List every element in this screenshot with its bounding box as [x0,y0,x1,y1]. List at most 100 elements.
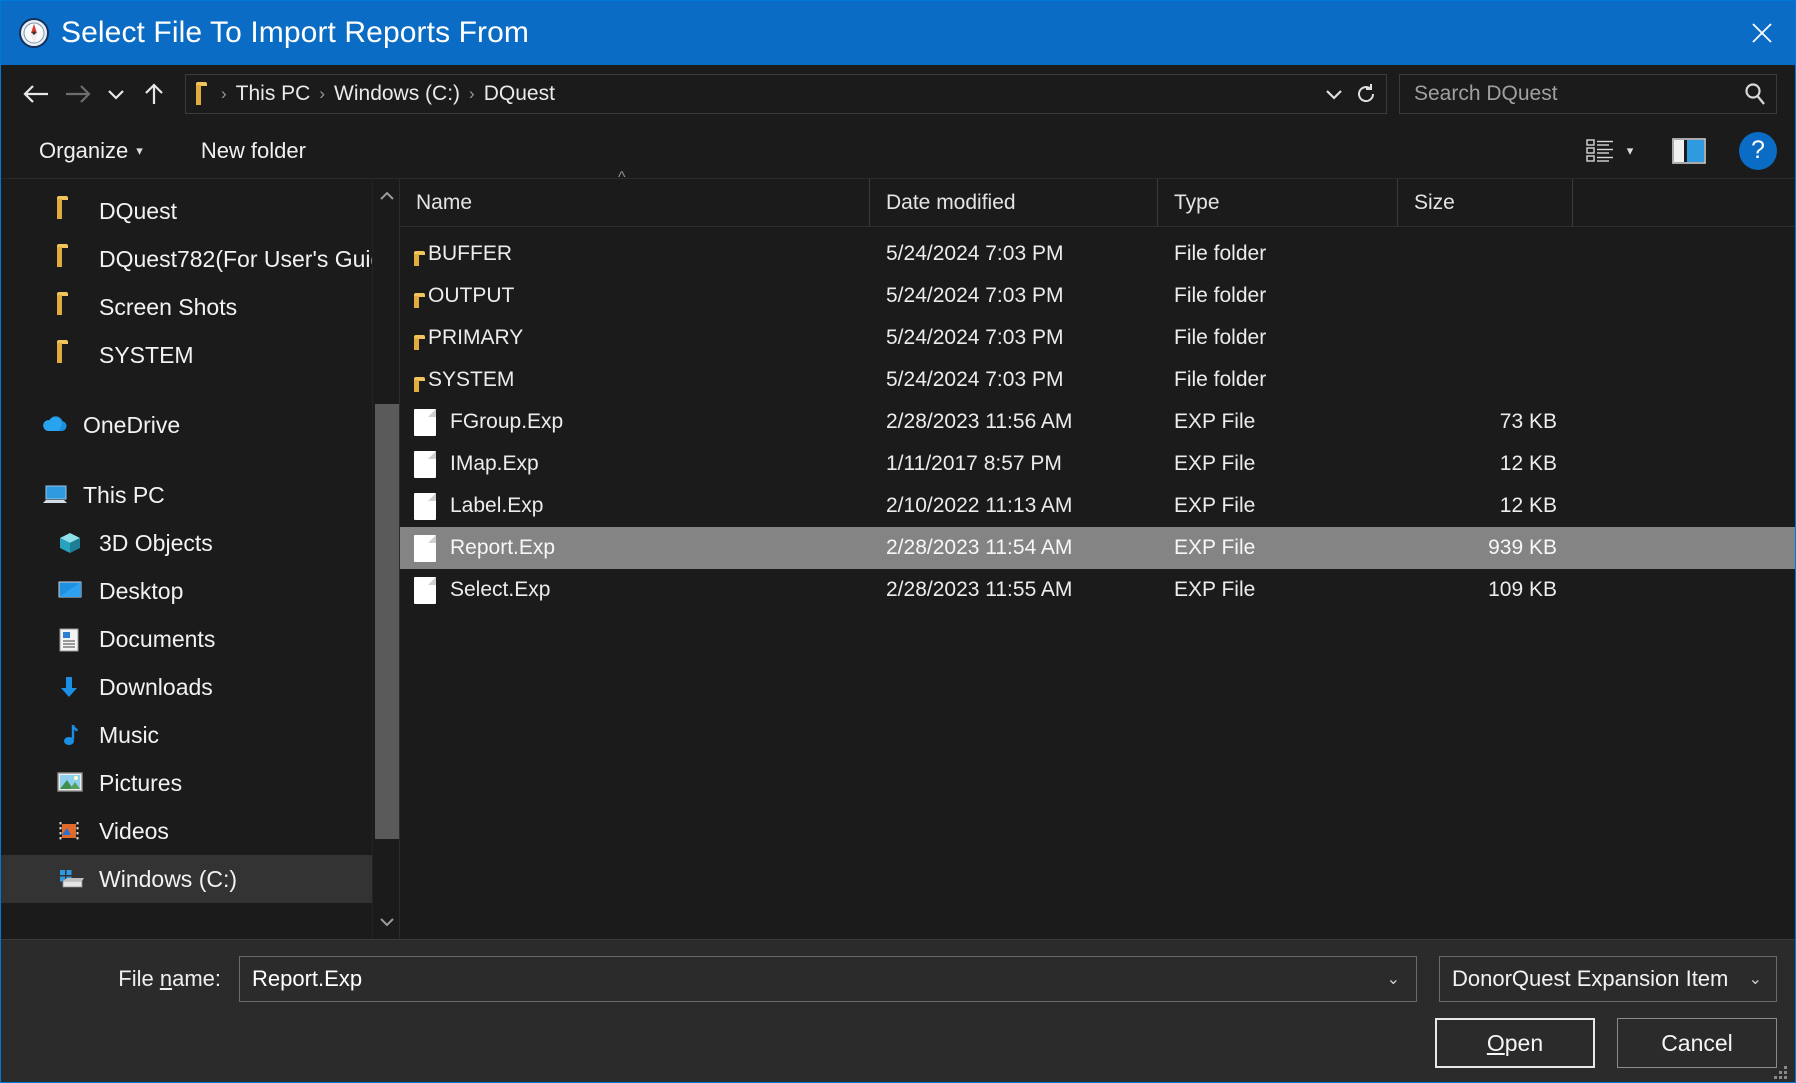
scroll-up-chevron-up-icon[interactable] [373,179,399,213]
sidebar-item-documents[interactable]: Documents [1,615,399,663]
file-name-cell: Select.Exp [400,576,870,604]
column-header-label: Name [416,190,473,214]
cancel-button[interactable]: Cancel [1617,1018,1777,1068]
file-date-cell: 5/24/2024 7:03 PM [886,326,1064,349]
file-name-label-post: ame: [172,966,221,991]
file-name-cell: IMap.Exp [400,450,870,478]
sort-ascending-icon: ^ [618,168,626,186]
sidebar-item-label: Downloads [99,673,213,700]
file-size-cell: 939 KB [1488,536,1557,559]
forward-arrow-icon[interactable] [57,73,99,115]
file-name-cell: SYSTEM [400,368,870,392]
table-row-selected[interactable]: Report.Exp 2/28/2023 11:54 AM EXP File 9… [400,527,1795,569]
file-name-label: FGroup.Exp [450,410,564,433]
file-type-cell: File folder [1174,326,1267,349]
dialog-footer: File name: Report.Exp ⌄ DonorQuest Expan… [1,939,1795,1082]
breadcrumb[interactable]: › This PC › Windows (C:) › DQuest [185,74,1387,114]
sidebar-item-label: Windows (C:) [99,865,238,892]
sidebar-item-onedrive[interactable]: OneDrive [1,401,399,449]
file-date-cell: 5/24/2024 7:03 PM [886,284,1064,307]
refresh-icon[interactable] [1350,75,1382,113]
sidebar-scrollbar[interactable] [372,179,399,939]
organize-label: Organize [39,137,129,163]
help-button[interactable]: ? [1739,131,1777,170]
column-header-label: Type [1174,190,1220,214]
sidebar-item-dquest[interactable]: DQuest [1,187,399,235]
file-name-label: BUFFER [428,242,512,265]
breadcrumb-item-this-pc[interactable]: This PC [228,82,319,106]
sidebar-item-screen-shots[interactable]: Screen Shots [1,283,399,331]
sidebar-item-music[interactable]: Music [1,711,399,759]
file-open-dialog: Select File To Import Reports From › Thi… [0,0,1796,1083]
view-list-icon[interactable] [1583,136,1617,166]
command-bar: Organize ▾ New folder ▾ ? [1,123,1795,179]
column-header-name[interactable]: Name ^ [400,169,870,227]
breadcrumb-separator-1: › [319,84,326,103]
scroll-down-chevron-down-icon[interactable] [373,905,399,939]
sidebar-item-label: DQuest782(For User's Guide [99,245,397,272]
sidebar-item-pictures[interactable]: Pictures [1,759,399,807]
chevron-down-icon[interactable]: ⌄ [1741,969,1770,989]
up-arrow-icon[interactable] [133,73,175,115]
file-name-input[interactable]: Report.Exp ⌄ [239,956,1417,1002]
sidebar-item-dquest782[interactable]: DQuest782(For User's Guide [1,235,399,283]
file-size-cell: 12 KB [1499,452,1557,475]
organize-button[interactable]: Organize ▾ [29,134,153,168]
file-name-value: Report.Exp [252,966,363,991]
scrollbar-thumb[interactable] [375,404,399,839]
table-row[interactable]: FGroup.Exp 2/28/2023 11:56 AM EXP File 7… [400,401,1795,443]
column-header-size[interactable]: Size [1398,178,1573,227]
sidebar-item-label: DQuest [99,197,177,224]
new-folder-button[interactable]: New folder [191,134,316,168]
sidebar-item-system[interactable]: SYSTEM [1,331,399,379]
file-type-filter-select[interactable]: DonorQuest Expansion Item ⌄ [1439,956,1777,1002]
file-type-cell: EXP File [1174,494,1256,517]
table-row[interactable]: PRIMARY 5/24/2024 7:03 PM File folder [400,317,1795,359]
table-row[interactable]: Select.Exp 2/28/2023 11:55 AM EXP File 1… [400,569,1795,611]
breadcrumb-chevron-down-icon[interactable] [1318,75,1350,113]
sidebar-item-this-pc[interactable]: This PC [1,471,399,519]
chevron-down-icon: ▾ [136,142,143,158]
sidebar-item-label: OneDrive [83,411,181,438]
breadcrumb-item-windows-c[interactable]: Windows (C:) [326,82,468,106]
sidebar-item-3d-objects[interactable]: 3D Objects [1,519,399,567]
search-icon[interactable] [1742,81,1768,107]
address-bar: › This PC › Windows (C:) › DQuest Search… [1,65,1795,123]
column-header-label: Date modified [886,190,1016,214]
breadcrumb-item-dquest[interactable]: DQuest [476,82,563,106]
open-button[interactable]: Open [1435,1018,1595,1068]
chevron-down-icon[interactable]: ⌄ [1377,969,1410,989]
search-input[interactable]: Search DQuest [1399,74,1777,114]
close-icon[interactable] [1729,1,1795,65]
sidebar-item-windows-c[interactable]: Windows (C:) [1,855,399,903]
file-name-label: Label.Exp [450,494,544,517]
file-date-cell: 2/10/2022 11:13 AM [886,494,1073,517]
table-row[interactable]: OUTPUT 5/24/2024 7:03 PM File folder [400,275,1795,317]
file-type-cell: File folder [1174,368,1267,391]
table-row[interactable]: IMap.Exp 1/11/2017 8:57 PM EXP File 12 K… [400,443,1795,485]
open-button-accel: O [1486,1029,1505,1056]
table-row[interactable]: BUFFER 5/24/2024 7:03 PM File folder [400,233,1795,275]
column-header-date-modified[interactable]: Date modified [870,178,1158,227]
sidebar-item-label: Music [99,721,160,748]
file-name-label-pre: File [118,966,160,991]
file-date-cell: 5/24/2024 7:03 PM [886,368,1064,391]
back-arrow-icon[interactable] [15,73,57,115]
file-icon [414,576,436,604]
table-row[interactable]: SYSTEM 5/24/2024 7:03 PM File folder [400,359,1795,401]
sidebar-item-videos[interactable]: Videos [1,807,399,855]
recent-locations-chevron-down-icon[interactable] [99,73,133,115]
column-header-type[interactable]: Type [1158,178,1398,227]
sidebar-item-desktop[interactable]: Desktop [1,567,399,615]
file-list-pane: Name ^ Date modified Type Size BUFFER 5/… [399,169,1795,939]
sidebar-item-downloads[interactable]: Downloads [1,663,399,711]
table-row[interactable]: Label.Exp 2/10/2022 11:13 AM EXP File 12… [400,485,1795,527]
navigation-list: DQuest DQuest782(For User's Guide Screen… [1,179,399,903]
resize-grip[interactable] [1773,1062,1789,1079]
file-date-cell: 2/28/2023 11:54 AM [886,536,1073,559]
view-options-chevron-down-icon[interactable]: ▾ [1617,136,1643,166]
sidebar-item-label: Pictures [99,769,183,796]
column-header-filler [1573,179,1795,227]
preview-pane-icon[interactable] [1669,135,1709,167]
file-name-label: SYSTEM [428,368,515,391]
